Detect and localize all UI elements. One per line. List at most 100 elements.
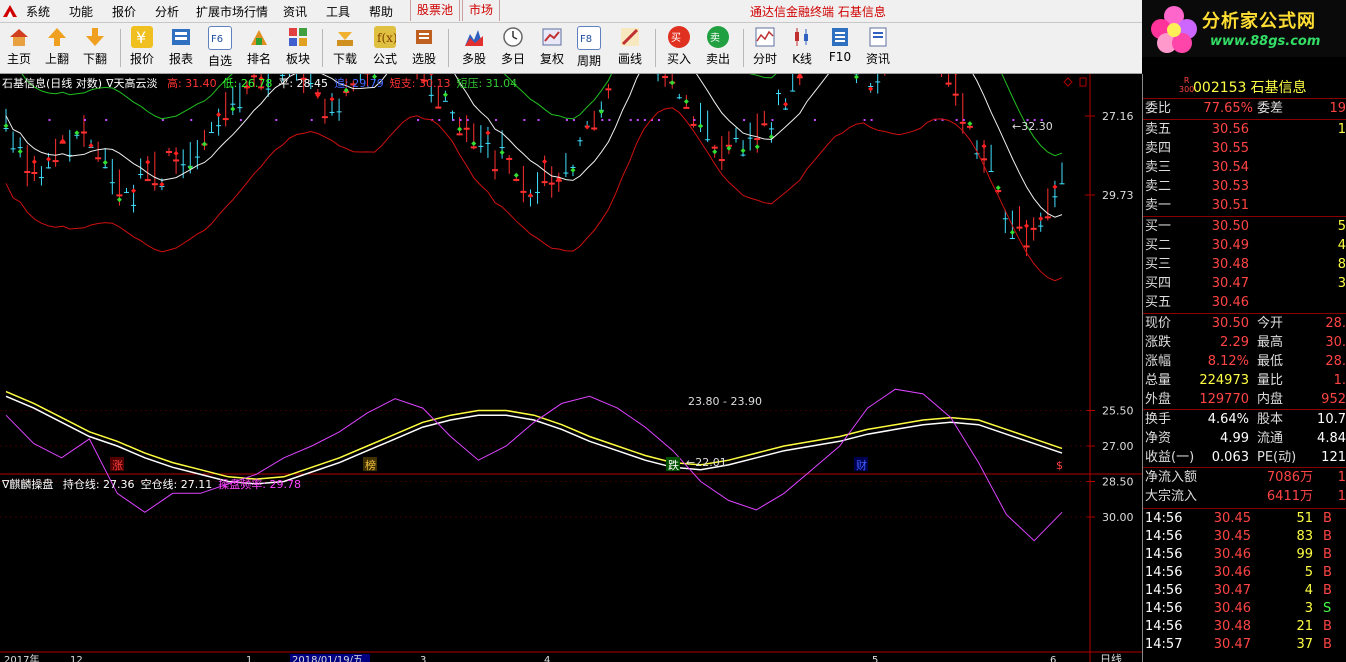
- chart-area[interactable]: 29.7327.1624.5823.63←32.3023.80 - 23.90←…: [0, 74, 1142, 662]
- candle-body: [80, 131, 87, 134]
- menu-system[interactable]: 系统: [26, 3, 50, 20]
- menu-help[interactable]: 帮助: [369, 3, 393, 20]
- news-button[interactable]: 资讯: [859, 25, 897, 71]
- menu-extended-market[interactable]: 扩展市场行情: [196, 3, 268, 20]
- window-title: 通达信金融终端 石基信息: [750, 5, 886, 19]
- signal-diamond: [1024, 223, 1030, 229]
- candle-body: [95, 157, 102, 160]
- candle-body: [435, 106, 442, 109]
- menu-function[interactable]: 功能: [69, 3, 93, 20]
- f10-button[interactable]: F10: [821, 25, 859, 71]
- event-marker: $: [1056, 459, 1063, 472]
- main-stat-0: 高: 31.40: [166, 77, 217, 90]
- candle-body: [329, 111, 335, 113]
- menu-news[interactable]: 资讯: [283, 3, 307, 20]
- download-button[interactable]: 下载: [326, 25, 364, 71]
- tick-row: 14:56 30.47 4 B: [1143, 582, 1346, 600]
- signal-diamond: [31, 159, 37, 165]
- menu-analysis[interactable]: 分析: [155, 3, 179, 20]
- tick-price: 30.47: [1213, 637, 1251, 652]
- menu-quote[interactable]: 报价: [112, 3, 136, 20]
- bid-volume: 3: [1337, 276, 1346, 291]
- stat-value: 2.29: [1220, 335, 1249, 350]
- date-label: 6: [1050, 655, 1056, 662]
- multi-stock-button[interactable]: 多股: [455, 25, 493, 71]
- signal-diamond: [995, 185, 1001, 191]
- signal-dot: [275, 119, 278, 121]
- menu-tools[interactable]: 工具: [326, 3, 350, 20]
- f8-icon: F8: [577, 26, 601, 50]
- draw-line-button[interactable]: 画线: [611, 25, 649, 71]
- candle-body: [336, 111, 342, 113]
- kline-button[interactable]: K线: [783, 25, 821, 71]
- stock-picker-button[interactable]: 选股: [405, 25, 443, 71]
- main-stat-5: 短压: 31.04: [456, 77, 518, 90]
- buy-button[interactable]: 买买入: [660, 25, 698, 71]
- formula-button[interactable]: f(x) 公式: [366, 25, 404, 71]
- page-down-button[interactable]: 下翻: [76, 25, 114, 71]
- candle-body: [1002, 218, 1008, 220]
- intraday-button[interactable]: 分时: [746, 25, 784, 71]
- stat2-label-2: 股本: [1257, 412, 1284, 427]
- sub-y-tick-label: 30.00: [1102, 511, 1134, 524]
- sell-icon: 卖: [707, 26, 729, 48]
- candle-body: [959, 121, 966, 124]
- sell-button[interactable]: 卖卖出: [699, 25, 737, 71]
- page-up-button[interactable]: 上翻: [38, 25, 76, 71]
- tick-row: 14:56 30.45 51 B: [1143, 510, 1346, 528]
- ask-label: 卖五: [1145, 122, 1172, 137]
- candle-body: [548, 182, 555, 185]
- candle-body: [46, 167, 52, 169]
- sub-y-tick-label: 28.50: [1102, 476, 1134, 489]
- home-button[interactable]: 主页: [0, 25, 38, 71]
- adjust-button[interactable]: 复权: [533, 25, 571, 71]
- toolbar: 主页 上翻 下翻 ¥ 报价 报表 F6 自选 排名 板块 下载 f(x) 公式 选股 …: [0, 23, 1142, 74]
- adjust-icon: [541, 26, 563, 48]
- period-button[interactable]: F8 周期: [570, 25, 608, 71]
- candle-body: [776, 93, 782, 95]
- watchlist-button[interactable]: F6 自选: [201, 25, 239, 71]
- signal-diamond: [712, 149, 718, 155]
- ask-row: 卖二 30.53: [1143, 178, 1346, 196]
- tab-market[interactable]: 市场: [462, 0, 501, 21]
- f10-icon: [829, 26, 851, 48]
- signal-dot: [466, 119, 469, 121]
- weicha-value: 19: [1329, 101, 1346, 116]
- svg-text:买: 买: [671, 32, 681, 44]
- signal-diamond: [131, 188, 137, 194]
- candle-body: [10, 148, 16, 150]
- signal-diamond: [173, 150, 179, 156]
- ask-label: 卖四: [1145, 141, 1172, 156]
- sub-stats: 持仓线: 27.36 空仓线: 27.11 操盘频率: 29.78: [57, 478, 301, 491]
- signal-diamond: [783, 101, 789, 107]
- ranking-button[interactable]: 排名: [240, 25, 278, 71]
- svg-text:F6: F6: [211, 34, 223, 45]
- ma-line: [5, 74, 1063, 218]
- signal-diamond: [740, 148, 746, 154]
- signal-dot: [693, 119, 696, 121]
- main-indicator-name[interactable]: ∇天高云淡: [106, 77, 157, 90]
- candle-body: [237, 107, 243, 109]
- flow-label: 大宗流入: [1145, 489, 1198, 504]
- candlestick-icon: [791, 26, 813, 48]
- main-stat-2: 平: 28.45: [278, 77, 329, 90]
- quote-button[interactable]: ¥ 报价: [123, 25, 161, 71]
- bid-price: 30.48: [1211, 257, 1249, 272]
- tab-stock-pool[interactable]: 股票池: [410, 0, 461, 21]
- stat2-label-2: 流通: [1257, 431, 1284, 446]
- ask-price: 30.55: [1211, 141, 1249, 156]
- signal-dot: [48, 119, 51, 121]
- report-button[interactable]: 报表: [162, 25, 200, 71]
- formula-icon: f(x): [374, 26, 396, 48]
- tick-row: 14:56 30.46 5 B: [1143, 564, 1346, 582]
- sub-chart-title[interactable]: ∇麒麟操盘: [2, 478, 53, 491]
- signal-diamond: [74, 130, 80, 136]
- candle-body: [768, 128, 774, 130]
- menu-bar: 系统 功能 报价 分析 扩展市场行情 资讯 工具 帮助 股票池 市场 通达信金融…: [0, 0, 1142, 23]
- sector-button[interactable]: 板块: [279, 25, 317, 71]
- candle-body: [662, 76, 669, 79]
- multi-day-button[interactable]: 多日: [494, 25, 532, 71]
- signal-diamond: [145, 159, 151, 165]
- date-label: 5: [872, 655, 878, 662]
- sub-stat-2: 操盘频率: 29.78: [218, 478, 301, 491]
